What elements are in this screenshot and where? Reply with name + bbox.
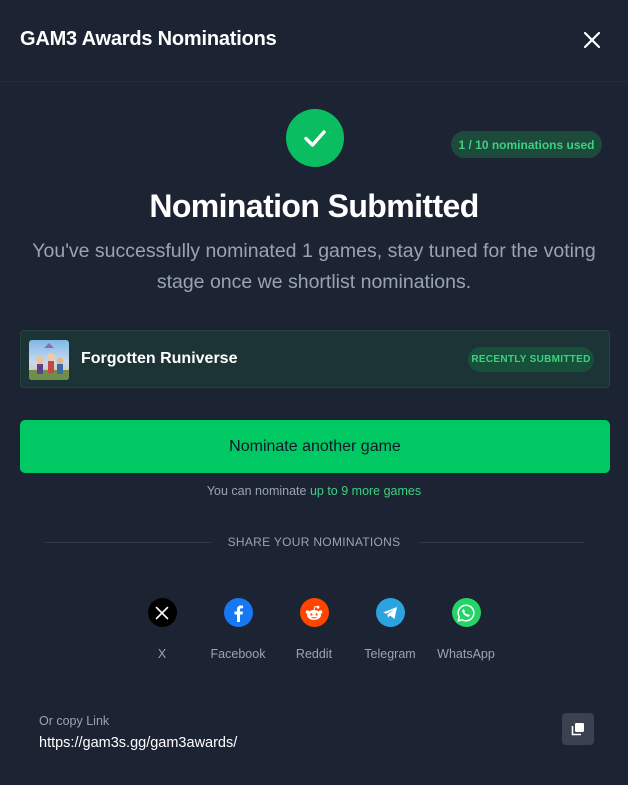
share-label-whatsapp: WhatsApp — [437, 647, 495, 661]
share-whatsapp-button[interactable]: WhatsApp — [426, 598, 506, 661]
share-x-button[interactable]: X — [122, 598, 202, 661]
copy-link-label: Or copy Link — [39, 714, 110, 728]
success-check-badge — [286, 109, 344, 167]
check-icon — [304, 130, 326, 147]
page-title: Nomination Submitted — [149, 188, 479, 224]
modal-title: GAM3 Awards Nominations — [20, 28, 277, 50]
nominate-another-game-button[interactable]: Nominate another game — [20, 420, 610, 473]
recently-submitted-badge: RECENTLY SUBMITTED — [468, 347, 594, 372]
share-telegram-button[interactable]: Telegram — [350, 598, 430, 661]
share-label-reddit: Reddit — [295, 647, 333, 661]
submitted-game-card: Forgotten Runiverse RECENTLY SUBMITTED — [20, 330, 610, 388]
reddit-icon — [299, 598, 329, 627]
facebook-icon — [223, 598, 253, 627]
share-heading: SHARE YOUR NOMINATIONS — [227, 535, 401, 549]
share-label-facebook: Facebook — [210, 647, 266, 661]
status-message: You've successfully nominated 1 games, s… — [32, 240, 596, 293]
copy-link-button[interactable] — [562, 713, 594, 745]
share-url: https://gam3s.gg/gam3awards/ — [39, 735, 238, 751]
copy-icon — [571, 723, 584, 736]
share-facebook-button[interactable]: Facebook — [198, 598, 278, 661]
remaining-nominations-note: You can nominate up to 9 more games — [0, 484, 628, 498]
modal-header: GAM3 Awards Nominations — [0, 0, 628, 82]
x-icon — [147, 598, 177, 627]
game-name: Forgotten Runiverse — [81, 350, 238, 367]
share-reddit-button[interactable]: Reddit — [274, 598, 354, 661]
whatsapp-icon — [451, 598, 481, 627]
game-thumbnail — [29, 340, 69, 380]
close-button[interactable] — [578, 26, 606, 54]
telegram-icon — [375, 598, 405, 627]
share-label-x: X — [157, 647, 167, 661]
share-label-telegram: Telegram — [364, 647, 416, 661]
remaining-prefix: You can nominate — [206, 484, 310, 498]
remaining-count-highlight: up to 9 more games — [309, 484, 422, 498]
close-icon — [583, 31, 601, 49]
nominations-used-badge: 1 / 10 nominations used — [451, 131, 602, 158]
